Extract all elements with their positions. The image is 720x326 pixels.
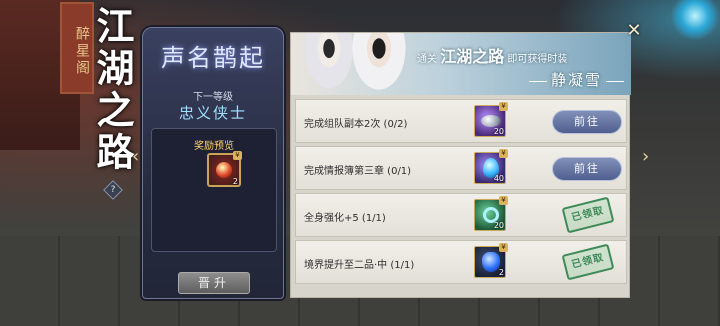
promote-button[interactable]: 晋升 [178,272,250,294]
quest-panel: 通关 江湖之路 即可获得时装 静凝雪 完成组队副本2次 (0/2) ¥ 20 前… [290,32,631,298]
claimed-stamp: 已领取 [561,196,615,234]
claimed-stamp: 已领取 [561,243,615,281]
green-ring-icon[interactable]: ¥ 20 [474,196,508,231]
outfit-banner: 通关 江湖之路 即可获得时装 静凝雪 [291,33,631,95]
next-arrow-icon[interactable]: › [642,146,649,167]
task-text: 完成组队副本2次 (0/2) [304,119,408,130]
next-rank-label: 下一等级 [193,92,233,103]
reward-preview-title: 奖励预览 [194,141,234,152]
rank-panel: 声名鹊起 下一等级 忠义侠士 奖励预览 ¥ 2 晋升 [142,27,284,299]
reward-item-count: 2 [232,177,238,186]
task-row: 完成组队副本2次 (0/2) ¥ 20 前往 [295,99,627,143]
red-gem-icon [216,162,232,178]
task-text: 完成情报簿第三章 (0/1) [304,166,412,177]
task-row: 境界提升至二品·中 (1/1) ¥ 2 已领取 [295,240,627,284]
task-text: 境界提升至二品·中 (1/1) [304,260,415,271]
reward-count: 20 [493,221,504,230]
question-icon: ? [110,185,116,195]
banner-text: 通关 江湖之路 即可获得时装 [417,43,567,67]
building-sign: 醉星阁 [60,2,94,94]
reward-count: 40 [493,174,504,183]
banner-text-highlight: 江湖之路 [440,47,505,66]
banner-text-prefix: 通关 [417,54,437,65]
blue-stone-icon[interactable]: ¥ 2 [474,243,508,278]
reward-count: 20 [493,127,504,136]
glowing-orb-decoration [670,0,720,40]
task-list: 完成组队副本2次 (0/2) ¥ 20 前往 完成情报簿第三章 (0/1) ¥ … [295,99,627,287]
previous-arrow-icon[interactable]: ‹ [132,146,139,167]
blue-crystal-icon[interactable]: ¥ 40 [474,149,508,184]
item-badge-icon: ¥ [233,151,242,160]
outfit-name: 静凝雪 [525,69,628,90]
reward-item[interactable]: ¥ 2 [207,151,242,187]
next-rank-name: 忠义侠士 [178,104,247,122]
male-character-image [349,33,409,95]
reward-count: 2 [498,268,504,277]
rank-title: 声名鹊起 [161,44,265,72]
building-background: 醉星阁 [0,0,94,150]
calligraphy-title: 江湖之路 [90,6,135,174]
silver-ingot-icon[interactable]: ¥ 20 [474,102,508,137]
go-button[interactable]: 前往 [552,110,622,134]
task-text: 全身强化+5 (1/1) [304,213,386,224]
go-button[interactable]: 前往 [552,157,622,181]
banner-text-suffix: 即可获得时装 [507,54,568,65]
task-row: 完成情报簿第三章 (0/1) ¥ 40 前往 [295,146,627,190]
reward-preview-box: 奖励预览 ¥ 2 [151,128,277,252]
task-row: 全身强化+5 (1/1) ¥ 20 已领取 [295,193,627,237]
close-icon[interactable]: ✕ [624,22,644,42]
